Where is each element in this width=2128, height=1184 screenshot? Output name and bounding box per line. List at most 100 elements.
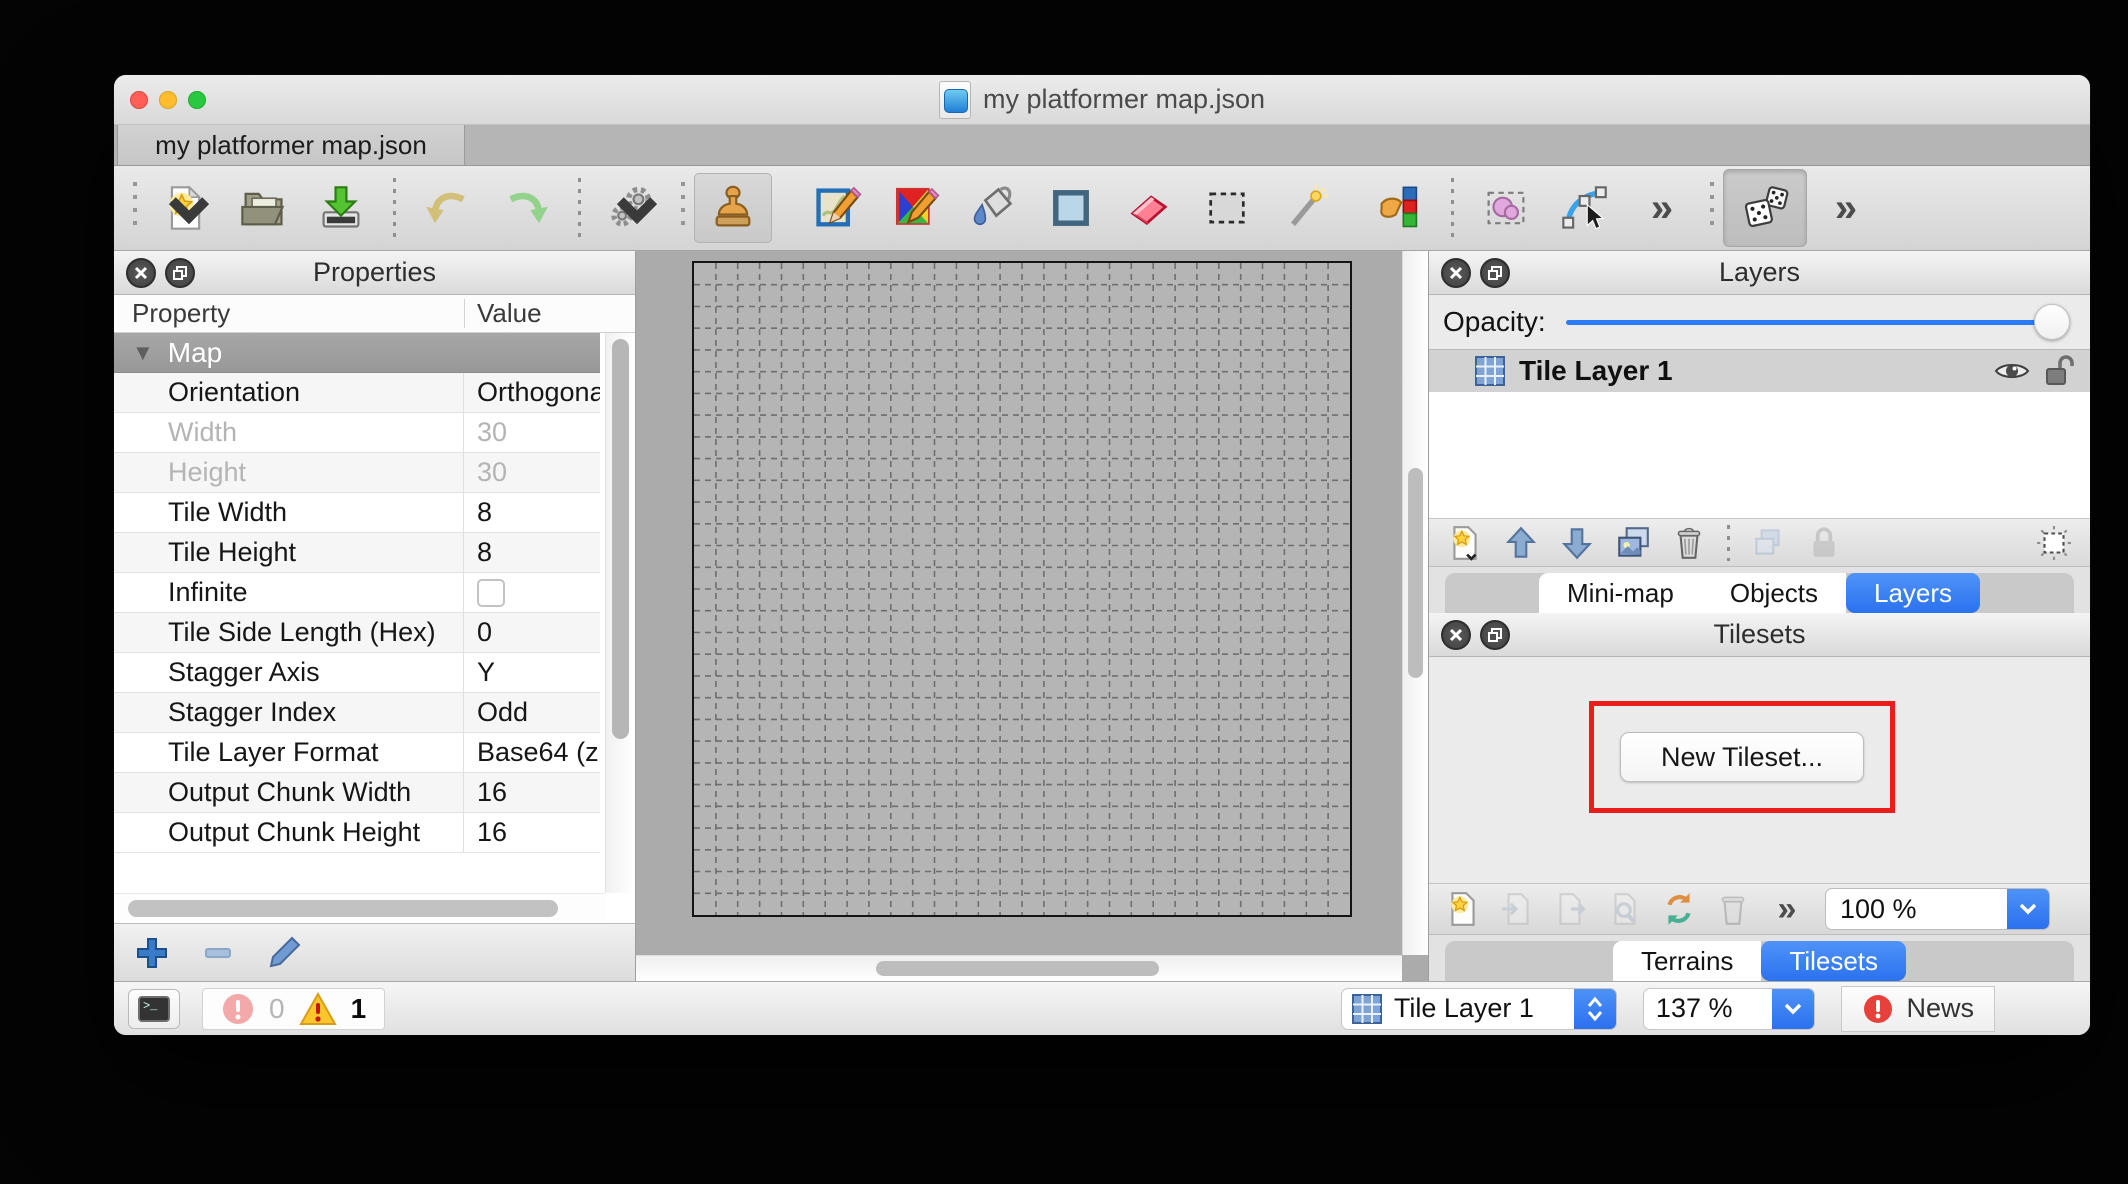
embed-tileset-button-disabled[interactable] [1491,887,1543,931]
opacity-slider[interactable] [1566,304,2070,340]
layer-list: Tile Layer 1 [1429,349,2090,519]
remove-property-button[interactable] [198,933,238,973]
tileset-zoom-combo[interactable]: 100 % [1825,888,2050,930]
magic-wand-tool[interactable] [1266,173,1344,243]
bucket-fill-tool[interactable] [954,173,1032,243]
new-tileset-button[interactable]: New Tileset... [1620,732,1864,782]
eraser-tool[interactable] [1110,173,1188,243]
tab-terrains[interactable]: Terrains [1613,941,1761,981]
highlight-current-layer-button[interactable] [2028,521,2080,565]
export-tileset-button-disabled[interactable] [1545,887,1597,931]
property-row-infinite[interactable]: Infinite [114,573,600,613]
rectangular-select-tool[interactable] [1188,173,1266,243]
lower-layer-button[interactable] [1551,521,1603,565]
news-button[interactable]: News [1841,986,1995,1032]
float-panel-icon[interactable] [165,258,195,288]
map-zoom-combo[interactable]: 137 % [1643,988,1816,1030]
reload-tileset-button[interactable] [1653,887,1705,931]
scrollbar-thumb[interactable] [1408,468,1423,678]
property-row-stagger-axis[interactable]: Stagger Axis Y [114,653,600,693]
close-window-button[interactable] [130,91,148,109]
save-file-button[interactable] [302,173,380,243]
close-panel-icon[interactable] [1441,620,1471,650]
layer-unlocked-icon[interactable] [2044,355,2074,387]
toolbar-overflow-button[interactable]: » [1623,173,1701,243]
open-file-button[interactable] [224,173,302,243]
map-canvas[interactable] [636,251,1428,981]
tab-objects[interactable]: Objects [1702,573,1846,613]
edit-property-button[interactable] [264,933,304,973]
property-row-tile-height[interactable]: Tile Height 8 [114,533,600,573]
add-property-button[interactable] [132,933,172,973]
toolbar-drag-handle[interactable] [681,182,685,234]
shape-fill-tool[interactable] [1032,173,1110,243]
slider-knob[interactable] [2034,304,2070,340]
property-row-output-chunk-width[interactable]: Output Chunk Width 16 [114,773,600,813]
float-panel-icon[interactable] [1480,620,1510,650]
infinite-checkbox[interactable] [477,579,505,607]
random-mode-button[interactable] [1723,169,1807,247]
current-layer-combo[interactable]: Tile Layer 1 [1341,988,1617,1030]
close-panel-icon[interactable] [1441,258,1471,288]
terrain-brush-tool[interactable] [798,173,876,243]
new-file-button[interactable] [146,173,224,243]
edit-polygons-tool[interactable] [1545,173,1623,243]
messages-group[interactable]: 0 1 [202,988,385,1030]
canvas-vertical-scrollbar[interactable] [1402,251,1428,955]
console-toggle-button[interactable] [128,989,180,1029]
object-select-tool[interactable] [1467,173,1545,243]
property-row-output-chunk-height[interactable]: Output Chunk Height 16 [114,813,600,853]
edit-tileset-button-disabled[interactable] [1599,887,1651,931]
column-property[interactable]: Property [114,295,464,332]
column-value[interactable]: Value [464,295,542,332]
remove-layer-button[interactable] [1663,521,1715,565]
toolbar-drag-handle[interactable] [133,182,137,234]
tab-mini-map[interactable]: Mini-map [1539,573,1702,613]
tilesets-overflow-button[interactable]: » [1761,887,1813,931]
property-row-orientation[interactable]: Orientation Orthogonal [114,373,600,413]
tab-layers[interactable]: Layers [1846,573,1980,613]
layer-row-tile-layer-1[interactable]: Tile Layer 1 [1429,350,2090,392]
chevron-down-icon[interactable] [2007,888,2049,930]
float-panel-icon[interactable] [1480,258,1510,288]
property-row-height[interactable]: Height 30 [114,453,600,493]
scrollbar-thumb[interactable] [128,900,558,917]
redo-button[interactable] [487,173,565,243]
map-grid[interactable] [692,261,1352,917]
toolbar-drag-handle[interactable] [1710,182,1714,234]
remove-tileset-button-disabled[interactable] [1707,887,1759,931]
property-group-map[interactable]: ▼ Map [114,333,600,373]
slider-track[interactable] [1566,320,2060,325]
combo-spinner-icon[interactable] [1574,988,1616,1030]
properties-horizontal-scrollbar[interactable] [114,893,605,923]
paint-terrain-tool[interactable] [876,173,954,243]
duplicate-objects-button-disabled[interactable] [1742,521,1794,565]
raise-layer-button[interactable] [1495,521,1547,565]
scrollbar-thumb[interactable] [876,961,1159,976]
canvas-horizontal-scrollbar[interactable] [636,955,1402,981]
new-layer-button[interactable] [1439,521,1491,565]
minimize-window-button[interactable] [159,91,177,109]
duplicate-layer-button[interactable] [1607,521,1659,565]
property-row-width[interactable]: Width 30 [114,413,600,453]
layer-visibility-eye-icon[interactable] [1994,359,2030,383]
close-panel-icon[interactable] [126,258,156,288]
stamp-brush-tool[interactable] [694,173,772,243]
properties-vertical-scrollbar[interactable] [605,333,635,893]
scrollbar-thumb[interactable] [612,339,629,739]
property-row-tile-width[interactable]: Tile Width 8 [114,493,600,533]
property-row-tile-layer-format[interactable]: Tile Layer Format Base64 (zlib compresse… [114,733,600,773]
collapse-triangle-icon[interactable]: ▼ [132,340,154,366]
execute-commands-button[interactable] [594,173,672,243]
lock-layer-button-disabled[interactable] [1798,521,1850,565]
toolbar-overflow-right-button[interactable]: » [1807,173,1885,243]
select-same-tile-tool[interactable] [1360,173,1438,243]
file-tab[interactable]: my platformer map.json [117,125,465,165]
property-row-tile-side-length[interactable]: Tile Side Length (Hex) 0 [114,613,600,653]
tab-tilesets[interactable]: Tilesets [1761,941,1906,981]
property-row-stagger-index[interactable]: Stagger Index Odd [114,693,600,733]
chevron-down-icon[interactable] [1772,988,1814,1030]
new-tileset-toolbar-button[interactable] [1437,887,1489,931]
undo-button[interactable] [409,173,487,243]
zoom-window-button[interactable] [188,91,206,109]
